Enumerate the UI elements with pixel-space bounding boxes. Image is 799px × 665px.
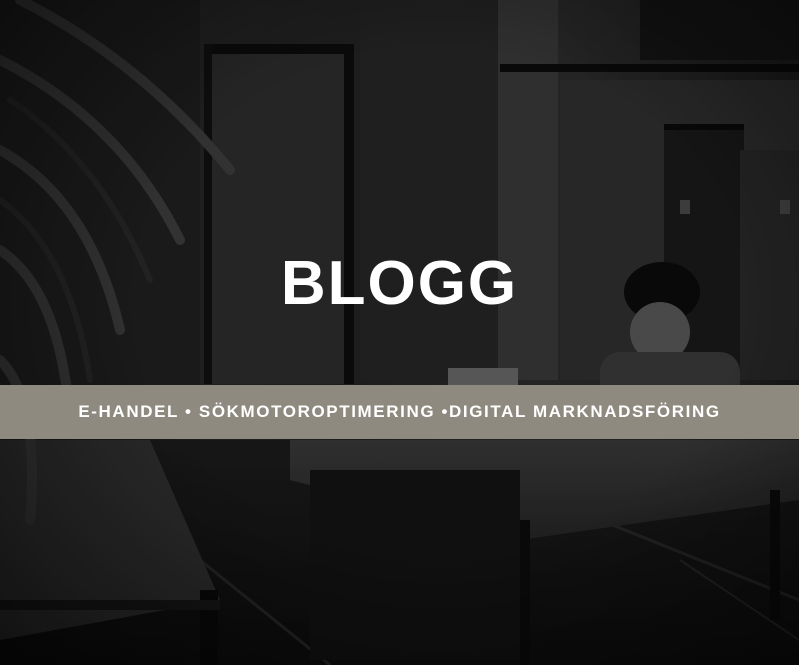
dark-overlay [0,0,799,665]
blog-hero-banner: BLOGG E-HANDEL • SÖKMOTOROPTIMERING •DIG… [0,0,799,665]
category-list: E-HANDEL • SÖKMOTOROPTIMERING •DIGITAL M… [78,402,721,421]
page-title: BLOGG [280,249,519,318]
category-band: E-HANDEL • SÖKMOTOROPTIMERING •DIGITAL M… [0,385,799,439]
